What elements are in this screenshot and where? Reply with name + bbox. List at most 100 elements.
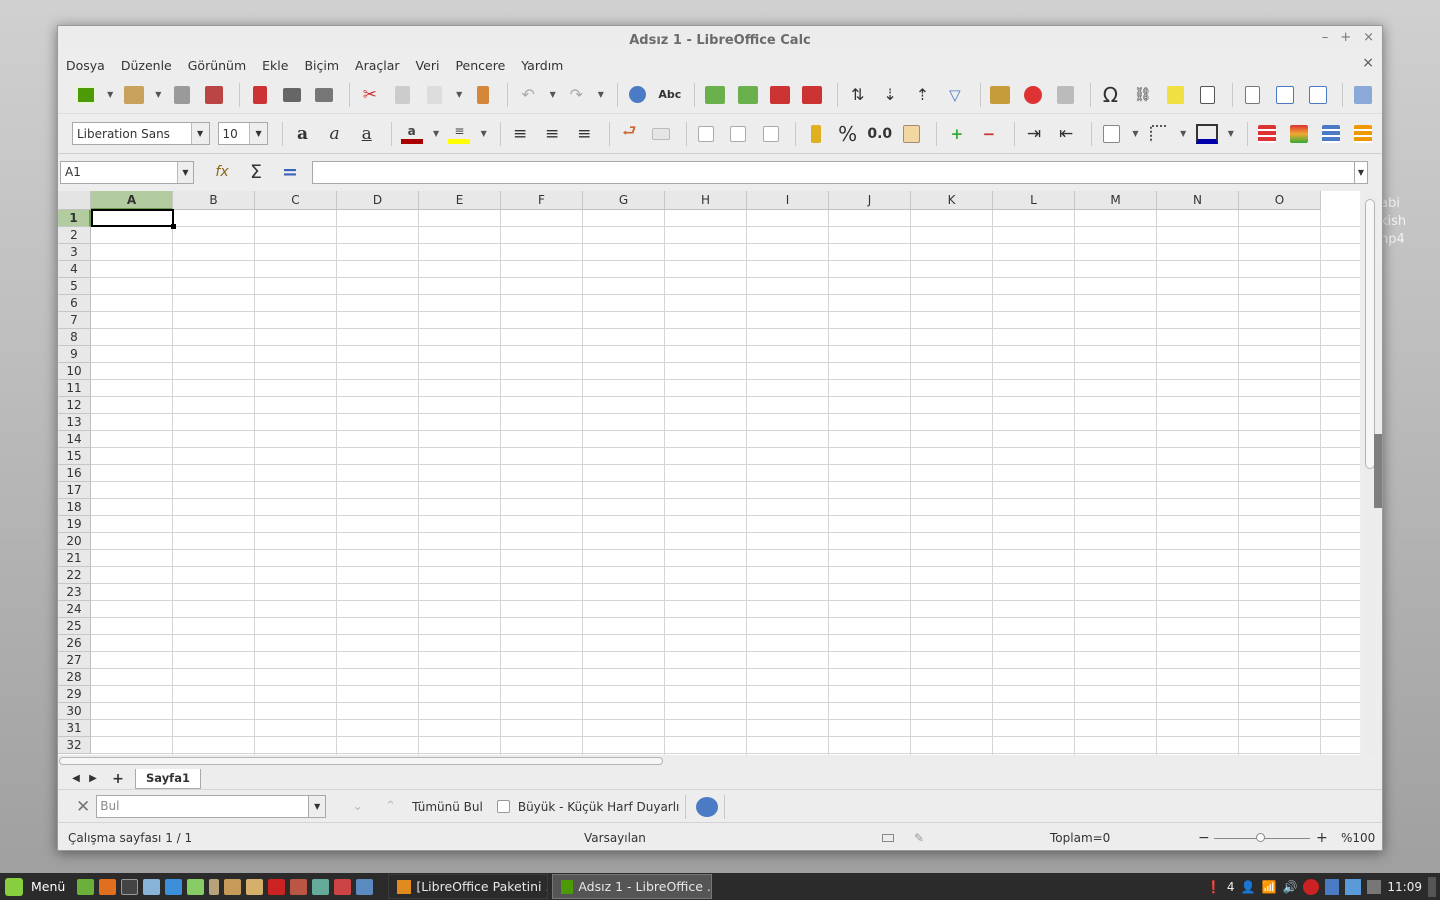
open-dropdown-icon[interactable]: ▼: [153, 81, 165, 109]
row-header[interactable]: 7: [58, 312, 91, 329]
show-desktop-strip[interactable]: [1428, 876, 1436, 897]
add-sheet-icon[interactable]: +: [110, 771, 126, 787]
align-top-icon[interactable]: [693, 120, 720, 148]
pivot-table-icon[interactable]: [1051, 81, 1078, 109]
border-color-icon[interactable]: [1193, 120, 1220, 148]
delete-decimal-icon[interactable]: −: [975, 120, 1002, 148]
bottle-icon[interactable]: [209, 878, 220, 895]
selection-mode-icon[interactable]: [882, 834, 894, 842]
row-header[interactable]: 16: [58, 465, 91, 482]
row-header[interactable]: 11: [58, 380, 91, 397]
find-replace-dialog-icon[interactable]: [696, 796, 719, 817]
insert-chart-icon[interactable]: [1019, 81, 1046, 109]
border-color-dropdown-icon[interactable]: ▼: [1225, 120, 1237, 148]
column-header[interactable]: J: [829, 191, 911, 210]
paste-dropdown-icon[interactable]: ▼: [453, 81, 465, 109]
menu-gorunum[interactable]: Görünüm: [188, 58, 246, 73]
shield-icon[interactable]: [1325, 878, 1340, 895]
undo-icon[interactable]: ↶: [514, 81, 541, 109]
workspace-count[interactable]: 4: [1227, 880, 1235, 894]
files-icon[interactable]: [143, 878, 161, 895]
highlight-dropdown-icon[interactable]: ▼: [478, 120, 490, 148]
sum-icon[interactable]: Σ: [242, 159, 270, 185]
border-style-dropdown-icon[interactable]: ▼: [1177, 120, 1189, 148]
row-header[interactable]: 6: [58, 295, 91, 312]
update-alert-icon[interactable]: ❗: [1206, 880, 1221, 894]
column-header[interactable]: N: [1157, 191, 1239, 210]
save-icon[interactable]: [168, 81, 195, 109]
gmail-icon[interactable]: [268, 878, 286, 895]
volume-icon[interactable]: 🔊: [1282, 880, 1297, 894]
align-middle-icon[interactable]: [725, 120, 752, 148]
wifi-icon[interactable]: 📶: [1262, 880, 1277, 894]
italic-icon[interactable]: a: [321, 120, 348, 148]
task-calc[interactable]: Adsız 1 - LibreOffice ...: [552, 874, 713, 899]
column-header[interactable]: I: [747, 191, 829, 210]
align-right-icon[interactable]: ≡: [571, 120, 598, 148]
zoom-slider-handle[interactable]: [1256, 833, 1265, 842]
column-header[interactable]: H: [665, 191, 747, 210]
network-icon[interactable]: [165, 878, 183, 895]
merge-cells-icon[interactable]: [648, 120, 675, 148]
user-icon[interactable]: 👤: [1241, 880, 1256, 894]
column-header[interactable]: B: [173, 191, 255, 210]
row-header[interactable]: 18: [58, 499, 91, 516]
autofilter-icon[interactable]: ▽: [941, 81, 968, 109]
row-header[interactable]: 29: [58, 686, 91, 703]
clock[interactable]: 11:09: [1387, 880, 1422, 894]
menu-veri[interactable]: Veri: [416, 58, 440, 73]
row-header[interactable]: 32: [58, 737, 91, 754]
box-icon[interactable]: [246, 878, 264, 895]
function-icon[interactable]: =: [276, 159, 304, 185]
highlight-color-icon[interactable]: ≡: [446, 120, 473, 148]
insert-column-icon[interactable]: [734, 81, 761, 109]
horizontal-scroll-thumb[interactable]: [59, 757, 663, 765]
font-size-combo[interactable]: 10 ▼: [217, 122, 269, 145]
toolbox-icon[interactable]: [334, 878, 352, 895]
row-header[interactable]: 22: [58, 567, 91, 584]
row-header[interactable]: 2: [58, 227, 91, 244]
align-left-icon[interactable]: ≡: [507, 120, 534, 148]
row-header[interactable]: 30: [58, 703, 91, 720]
menu-duzenle[interactable]: Düzenle: [121, 58, 172, 73]
font-name-dropdown-icon[interactable]: ▼: [190, 123, 209, 144]
row-header[interactable]: 8: [58, 329, 91, 346]
row-header[interactable]: 26: [58, 635, 91, 652]
row-header[interactable]: 13: [58, 414, 91, 431]
desktop-icon-label[interactable]: kish: [1380, 214, 1406, 229]
desktop-icon-label[interactable]: np4: [1380, 232, 1405, 247]
menu-araclar[interactable]: Araçlar: [355, 58, 400, 73]
insert-image-icon[interactable]: [987, 81, 1014, 109]
row-header[interactable]: 21: [58, 550, 91, 567]
close-find-bar-icon[interactable]: ✕: [76, 797, 90, 817]
decrease-indent-icon[interactable]: ⇤: [1053, 120, 1080, 148]
row-header[interactable]: 17: [58, 482, 91, 499]
row-header[interactable]: 28: [58, 669, 91, 686]
name-box[interactable]: A1 ▼: [60, 160, 194, 184]
clone-formatting-icon[interactable]: [469, 81, 496, 109]
font-color-icon[interactable]: a: [398, 120, 425, 148]
find-input[interactable]: Bul ▼: [96, 795, 327, 818]
column-header[interactable]: G: [583, 191, 665, 210]
open-folder-icon[interactable]: [120, 81, 147, 109]
row-header[interactable]: 4: [58, 261, 91, 278]
sheet-tab[interactable]: Sayfa1: [135, 768, 201, 789]
package-icon[interactable]: [187, 878, 205, 895]
date-format-icon[interactable]: [898, 120, 925, 148]
delete-row-icon[interactable]: [766, 81, 793, 109]
add-decimal-icon[interactable]: +: [943, 120, 970, 148]
redo-icon[interactable]: ↷: [563, 81, 590, 109]
save-as-icon[interactable]: [201, 81, 228, 109]
maximize-button[interactable]: +: [1340, 30, 1351, 45]
row-header[interactable]: 24: [58, 601, 91, 618]
row-header[interactable]: 14: [58, 431, 91, 448]
delete-column-icon[interactable]: [799, 81, 826, 109]
export-pdf-icon[interactable]: [246, 81, 273, 109]
undo-dropdown-icon[interactable]: ▼: [547, 81, 559, 109]
row-header[interactable]: 10: [58, 363, 91, 380]
editor-icon[interactable]: [312, 878, 330, 895]
zoom-out-icon[interactable]: −: [1198, 830, 1210, 846]
archive-icon[interactable]: [224, 878, 242, 895]
new-document-icon[interactable]: [72, 81, 99, 109]
column-header[interactable]: F: [501, 191, 583, 210]
